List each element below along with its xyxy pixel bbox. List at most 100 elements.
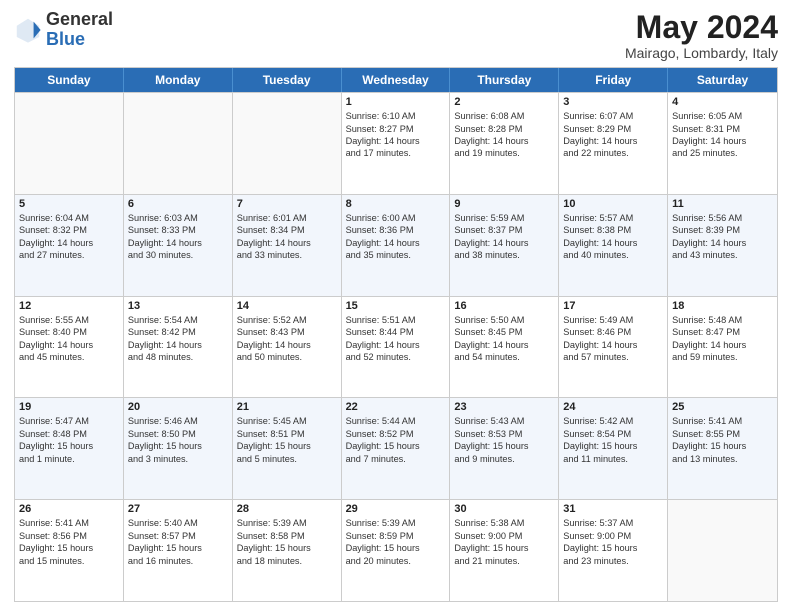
day-number: 17: [563, 300, 663, 312]
day-number: 27: [128, 503, 228, 515]
cell-info-line: and 52 minutes.: [346, 351, 446, 363]
calendar: SundayMondayTuesdayWednesdayThursdayFrid…: [14, 67, 778, 602]
cell-info-line: Sunset: 8:42 PM: [128, 326, 228, 338]
cell-info-line: Sunrise: 5:47 AM: [19, 415, 119, 427]
calendar-cell-20: 20Sunrise: 5:46 AMSunset: 8:50 PMDayligh…: [124, 398, 233, 499]
cell-info-line: and 25 minutes.: [672, 147, 773, 159]
calendar-cell-16: 16Sunrise: 5:50 AMSunset: 8:45 PMDayligh…: [450, 297, 559, 398]
cell-info-line: Daylight: 14 hours: [346, 339, 446, 351]
cell-info-line: and 38 minutes.: [454, 249, 554, 261]
day-number: 16: [454, 300, 554, 312]
cell-info-line: Sunset: 8:56 PM: [19, 530, 119, 542]
day-number: 15: [346, 300, 446, 312]
cell-info-line: Sunrise: 5:55 AM: [19, 314, 119, 326]
cell-info-line: Daylight: 15 hours: [19, 542, 119, 554]
cell-info-line: Sunset: 8:58 PM: [237, 530, 337, 542]
cell-info-line: Sunset: 8:48 PM: [19, 428, 119, 440]
cell-info-line: Daylight: 14 hours: [128, 339, 228, 351]
day-number: 22: [346, 401, 446, 413]
cell-info-line: Sunset: 8:50 PM: [128, 428, 228, 440]
cell-info-line: Sunrise: 6:03 AM: [128, 212, 228, 224]
calendar-row-0: 1Sunrise: 6:10 AMSunset: 8:27 PMDaylight…: [15, 92, 777, 194]
day-number: 9: [454, 198, 554, 210]
cell-info-line: Sunrise: 5:49 AM: [563, 314, 663, 326]
calendar-cell-2: 2Sunrise: 6:08 AMSunset: 8:28 PMDaylight…: [450, 93, 559, 194]
cell-info-line: Sunset: 9:00 PM: [454, 530, 554, 542]
header: General Blue May 2024 Mairago, Lombardy,…: [14, 10, 778, 61]
day-number: 1: [346, 96, 446, 108]
calendar-cell-empty-r0-c1: [124, 93, 233, 194]
cell-info-line: Sunset: 8:32 PM: [19, 224, 119, 236]
cell-info-line: and 30 minutes.: [128, 249, 228, 261]
calendar-row-3: 19 Sunrise: 5:47 AMSunset: 8:48 PMDayligh…: [15, 397, 777, 499]
calendar-cell-3: 3Sunrise: 6:07 AMSunset: 8:29 PMDaylight…: [559, 93, 668, 194]
cell-info-line: Sunrise: 5:42 AM: [563, 415, 663, 427]
logo: General Blue: [14, 10, 113, 50]
cell-info-line: and 23 minutes.: [563, 555, 663, 567]
day-number: 19: [19, 401, 119, 413]
day-number: 12: [19, 300, 119, 312]
cell-info-line: Sunset: 8:45 PM: [454, 326, 554, 338]
calendar-row-1: 5Sunrise: 6:04 AMSunset: 8:32 PMDaylight…: [15, 194, 777, 296]
header-day-tuesday: Tuesday: [233, 68, 342, 92]
cell-info-line: Sunset: 8:27 PM: [346, 123, 446, 135]
day-number: 2: [454, 96, 554, 108]
header-day-sunday: Sunday: [15, 68, 124, 92]
cell-info-line: and 15 minutes.: [19, 555, 119, 567]
cell-info-line: and 35 minutes.: [346, 249, 446, 261]
day-number: 18: [672, 300, 773, 312]
cell-info-line: Daylight: 14 hours: [563, 135, 663, 147]
cell-info-line: Sunset: 8:33 PM: [128, 224, 228, 236]
day-number: 30: [454, 503, 554, 515]
day-number: 6: [128, 198, 228, 210]
cell-info-line: Sunrise: 5:46 AM: [128, 415, 228, 427]
cell-info-line: Sunset: 8:39 PM: [672, 224, 773, 236]
day-number: 5: [19, 198, 119, 210]
day-number: 8: [346, 198, 446, 210]
location: Mairago, Lombardy, Italy: [625, 45, 778, 61]
cell-info-line: Sunrise: 5:43 AM: [454, 415, 554, 427]
cell-info-line: Daylight: 14 hours: [346, 237, 446, 249]
cell-info-line: Sunset: 8:44 PM: [346, 326, 446, 338]
cell-info-line: and 43 minutes.: [672, 249, 773, 261]
cell-info-line: Sunset: 8:46 PM: [563, 326, 663, 338]
cell-info-line: Daylight: 14 hours: [128, 237, 228, 249]
title-area: May 2024 Mairago, Lombardy, Italy: [625, 10, 778, 61]
cell-info-line: Daylight: 14 hours: [237, 339, 337, 351]
cell-info-line: Daylight: 15 hours: [563, 542, 663, 554]
logo-text: General Blue: [46, 10, 113, 50]
calendar-row-2: 12Sunrise: 5:55 AMSunset: 8:40 PMDayligh…: [15, 296, 777, 398]
cell-info-line: and 1 minute.: [19, 453, 119, 465]
cell-info-line: Sunrise: 6:01 AM: [237, 212, 337, 224]
cell-info-line: and 45 minutes.: [19, 351, 119, 363]
cell-info-line: Sunrise: 5:41 AM: [672, 415, 773, 427]
cell-info-line: and 54 minutes.: [454, 351, 554, 363]
cell-info-line: Daylight: 15 hours: [346, 542, 446, 554]
cell-info-line: Sunrise: 5:40 AM: [128, 517, 228, 529]
day-number: 11: [672, 198, 773, 210]
day-number: 23: [454, 401, 554, 413]
calendar-cell-31: 31Sunrise: 5:37 AMSunset: 9:00 PMDayligh…: [559, 500, 668, 601]
day-number: 4: [672, 96, 773, 108]
cell-info-line: Daylight: 15 hours: [237, 542, 337, 554]
cell-info-line: Daylight: 15 hours: [19, 440, 119, 452]
calendar-cell-30: 30Sunrise: 5:38 AMSunset: 9:00 PMDayligh…: [450, 500, 559, 601]
cell-info-line: and 20 minutes.: [346, 555, 446, 567]
cell-info-line: Sunset: 8:29 PM: [563, 123, 663, 135]
cell-info-line: and 13 minutes.: [672, 453, 773, 465]
cell-info-line: Sunset: 8:37 PM: [454, 224, 554, 236]
calendar-cell-18: 18Sunrise: 5:48 AMSunset: 8:47 PMDayligh…: [668, 297, 777, 398]
calendar-cell-10: 10Sunrise: 5:57 AMSunset: 8:38 PMDayligh…: [559, 195, 668, 296]
header-day-friday: Friday: [559, 68, 668, 92]
cell-info-line: Daylight: 14 hours: [672, 237, 773, 249]
calendar-cell-24: 24Sunrise: 5:42 AMSunset: 8:54 PMDayligh…: [559, 398, 668, 499]
cell-info-line: and 50 minutes.: [237, 351, 337, 363]
cell-info-line: and 9 minutes.: [454, 453, 554, 465]
cell-info-line: and 7 minutes.: [346, 453, 446, 465]
cell-info-line: and 11 minutes.: [563, 453, 663, 465]
cell-info-line: Daylight: 14 hours: [672, 339, 773, 351]
cell-info-line: Daylight: 14 hours: [563, 237, 663, 249]
cell-info-line: Sunset: 8:57 PM: [128, 530, 228, 542]
calendar-cell-22: 22Sunrise: 5:44 AMSunset: 8:52 PMDayligh…: [342, 398, 451, 499]
calendar-cell-28: 28Sunrise: 5:39 AMSunset: 8:58 PMDayligh…: [233, 500, 342, 601]
